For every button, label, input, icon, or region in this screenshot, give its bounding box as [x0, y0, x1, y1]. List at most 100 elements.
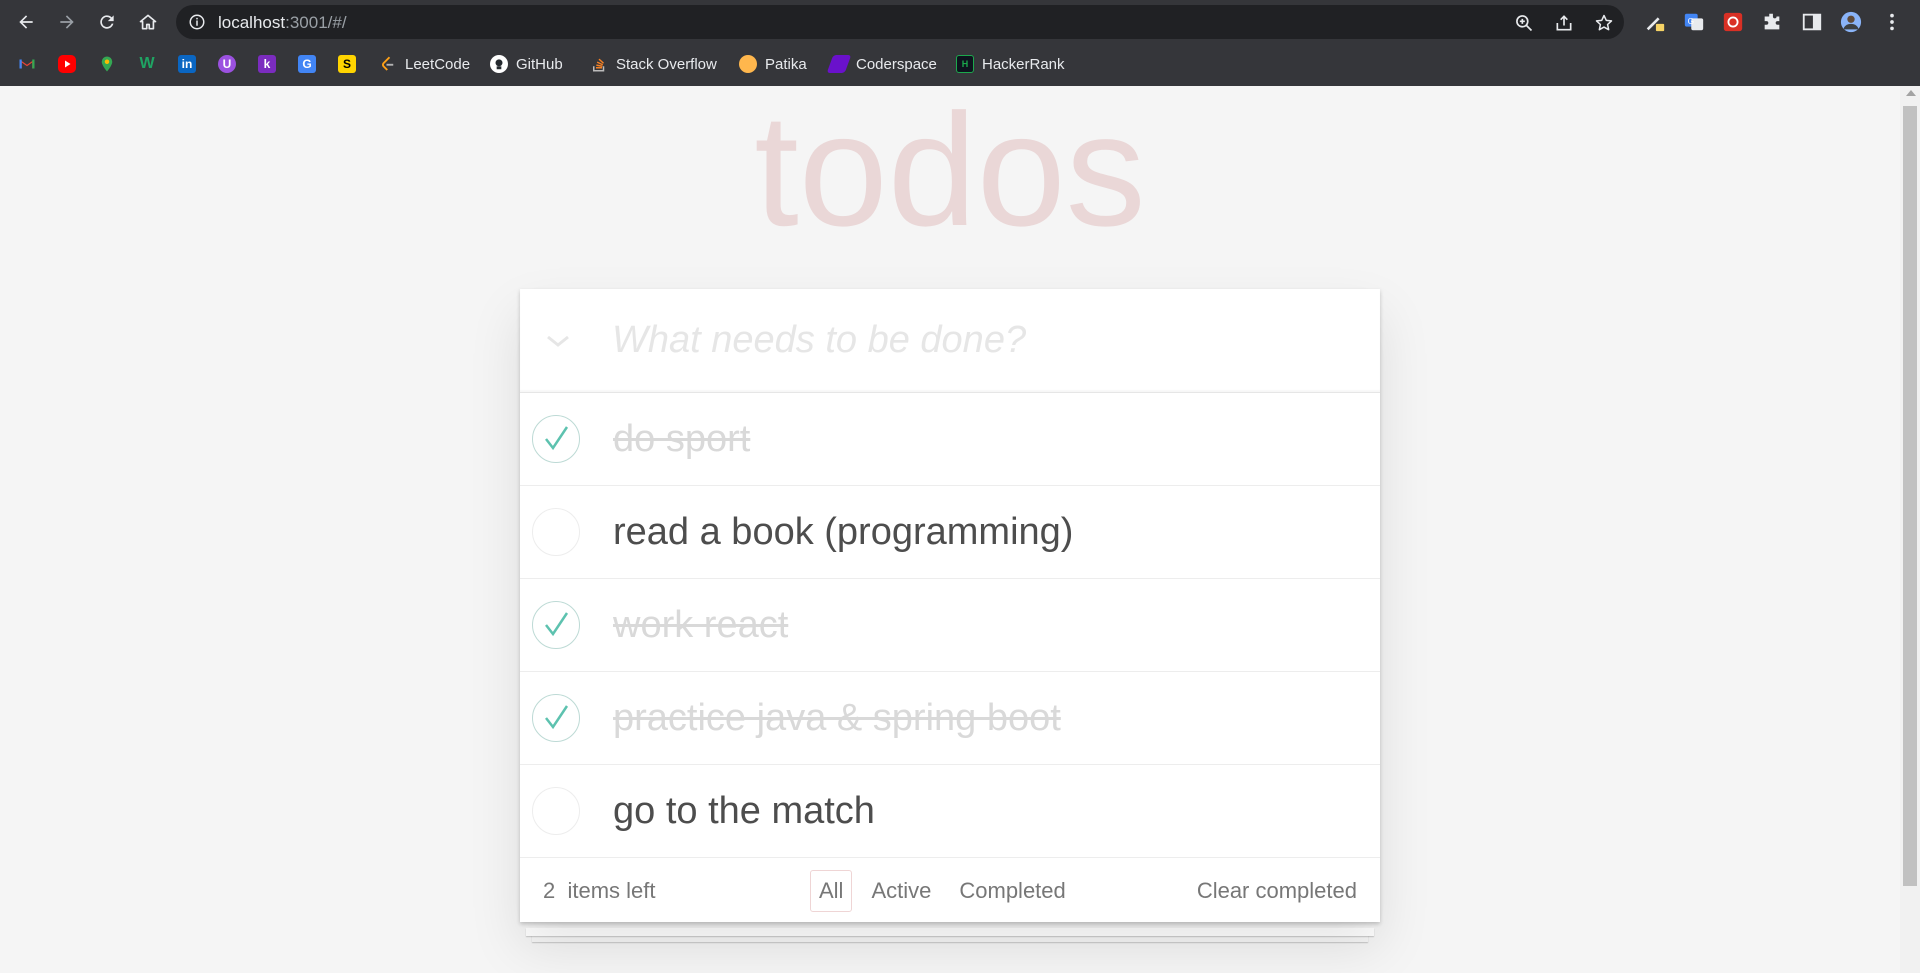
- bookmark-star-button[interactable]: [1593, 12, 1615, 34]
- pen-extension-icon: [1646, 17, 1665, 32]
- svg-text:G: G: [1688, 17, 1694, 26]
- menu-button[interactable]: [1880, 10, 1904, 34]
- extension-red-button[interactable]: [1721, 10, 1745, 34]
- checkmark-icon: [545, 705, 569, 730]
- todo-item[interactable]: work react: [520, 579, 1380, 672]
- bookmark-stackoverflow[interactable]: Stack Overflow: [590, 53, 717, 75]
- url-text[interactable]: localhost:3001/#/: [218, 13, 347, 33]
- bookmark-label: Stack Overflow: [616, 55, 717, 73]
- k-icon[interactable]: k: [258, 55, 276, 73]
- todo-list: do sport read a book (programming) work re…: [520, 393, 1380, 858]
- todo-item[interactable]: practice java & spring boot: [520, 672, 1380, 765]
- todo-checkbox-checked[interactable]: [532, 415, 580, 463]
- gmail-icon[interactable]: [18, 55, 36, 73]
- address-bar[interactable]: localhost:3001/#/: [176, 5, 1624, 39]
- todo-label[interactable]: work react: [613, 601, 788, 649]
- todo-label[interactable]: practice java & spring boot: [613, 694, 1061, 742]
- browser-chrome: localhost:3001/#/ G W in U k G S LeetCod…: [0, 0, 1920, 86]
- bookmark-github[interactable]: GitHub: [490, 53, 563, 75]
- todo-item[interactable]: do sport: [520, 393, 1380, 486]
- side-panel-button[interactable]: [1800, 10, 1824, 34]
- reload-button[interactable]: [93, 8, 121, 36]
- hackerrank-icon: H: [956, 55, 974, 73]
- todo-checkbox[interactable]: [532, 508, 580, 556]
- zoom-button[interactable]: [1513, 12, 1535, 34]
- checkmark-icon: [545, 612, 569, 637]
- todo-checkbox[interactable]: [532, 787, 580, 835]
- todo-app: do sport read a book (programming) work re…: [520, 289, 1380, 922]
- maps-icon[interactable]: [98, 55, 116, 73]
- url-rest: :3001/#/: [285, 13, 347, 32]
- w-icon[interactable]: W: [138, 55, 156, 73]
- bookmark-label: GitHub: [516, 55, 563, 73]
- zoom-icon: [1516, 15, 1533, 32]
- s-icon[interactable]: S: [338, 55, 356, 73]
- translate-icon[interactable]: G: [298, 55, 316, 73]
- star-icon: [1595, 14, 1613, 31]
- bookmark-coderspace[interactable]: Coderspace: [826, 53, 937, 75]
- bookmark-label: LeetCode: [405, 55, 471, 73]
- todo-item[interactable]: read a book (programming): [520, 486, 1380, 579]
- new-todo-input[interactable]: [612, 315, 1352, 365]
- profile-button[interactable]: [1839, 10, 1863, 34]
- todo-label[interactable]: go to the match: [613, 787, 875, 835]
- items-left-label: items left: [567, 878, 656, 903]
- forward-button[interactable]: [53, 8, 81, 36]
- filter-completed[interactable]: Completed: [950, 870, 1074, 912]
- todo-footer: 2 items left All Active Completed Clear …: [520, 858, 1380, 922]
- red-extension-icon: [1723, 12, 1743, 32]
- items-left-count: 2 items left: [543, 878, 656, 904]
- info-icon[interactable]: [188, 13, 206, 31]
- youtube-icon[interactable]: [58, 55, 76, 73]
- todo-checkbox-checked[interactable]: [532, 601, 580, 649]
- todo-checkbox-checked[interactable]: [532, 694, 580, 742]
- url-host: localhost: [218, 13, 286, 32]
- back-button[interactable]: [12, 8, 40, 36]
- extension-translate-button[interactable]: G: [1682, 10, 1706, 34]
- todo-label[interactable]: do sport: [613, 415, 750, 463]
- scroll-up-arrow-icon[interactable]: [1906, 90, 1916, 96]
- page-scrollbar[interactable]: [1900, 86, 1920, 973]
- bookmark-patika[interactable]: Patika: [739, 53, 807, 75]
- browser-toolbar: localhost:3001/#/ G: [0, 0, 1920, 44]
- clear-completed-button[interactable]: Clear completed: [1197, 878, 1357, 904]
- todo-item[interactable]: go to the match: [520, 765, 1380, 858]
- kebab-menu-icon: [1890, 13, 1894, 31]
- home-icon: [139, 14, 157, 30]
- todo-header: [520, 289, 1380, 393]
- share-button[interactable]: [1553, 12, 1575, 34]
- google-translate-icon: G: [1684, 13, 1704, 31]
- app-title: todos: [754, 80, 1146, 259]
- stackoverflow-icon: [590, 55, 608, 73]
- puzzle-icon: [1764, 13, 1780, 30]
- reload-icon: [100, 15, 114, 29]
- items-left-number: 2: [543, 878, 556, 903]
- avatar: [1840, 11, 1862, 33]
- home-button[interactable]: [134, 8, 162, 36]
- filter-all[interactable]: All: [810, 870, 853, 912]
- extension-pen-button[interactable]: [1643, 10, 1667, 34]
- toggle-all-button[interactable]: [538, 321, 578, 361]
- scrollbar-thumb[interactable]: [1903, 106, 1917, 886]
- u-icon[interactable]: U: [218, 55, 236, 73]
- bookmark-label: Patika: [765, 55, 807, 73]
- bookmark-leetcode[interactable]: LeetCode: [379, 53, 470, 75]
- leetcode-icon: [379, 55, 397, 73]
- linkedin-icon[interactable]: in: [178, 55, 196, 73]
- bookmark-label: HackerRank: [982, 55, 1065, 73]
- side-panel-icon: [1802, 13, 1822, 31]
- stack-shadow-1: [526, 928, 1374, 936]
- todo-label[interactable]: read a book (programming): [613, 508, 1073, 556]
- github-icon: [490, 55, 508, 73]
- share-icon: [1556, 15, 1572, 31]
- checkmark-icon: [545, 426, 569, 451]
- filter-group: All Active Completed: [810, 870, 1075, 912]
- bookmarks-bar: W in U k G S LeetCode GitHub Stack Overf…: [0, 44, 1920, 84]
- arrow-left-icon: [19, 15, 33, 29]
- filter-active[interactable]: Active: [862, 870, 940, 912]
- coderspace-icon: [826, 55, 852, 73]
- bookmark-hackerrank[interactable]: H HackerRank: [956, 53, 1065, 75]
- patika-icon: [739, 55, 757, 73]
- chevron-down-icon: [547, 335, 569, 347]
- extensions-button[interactable]: [1760, 10, 1784, 34]
